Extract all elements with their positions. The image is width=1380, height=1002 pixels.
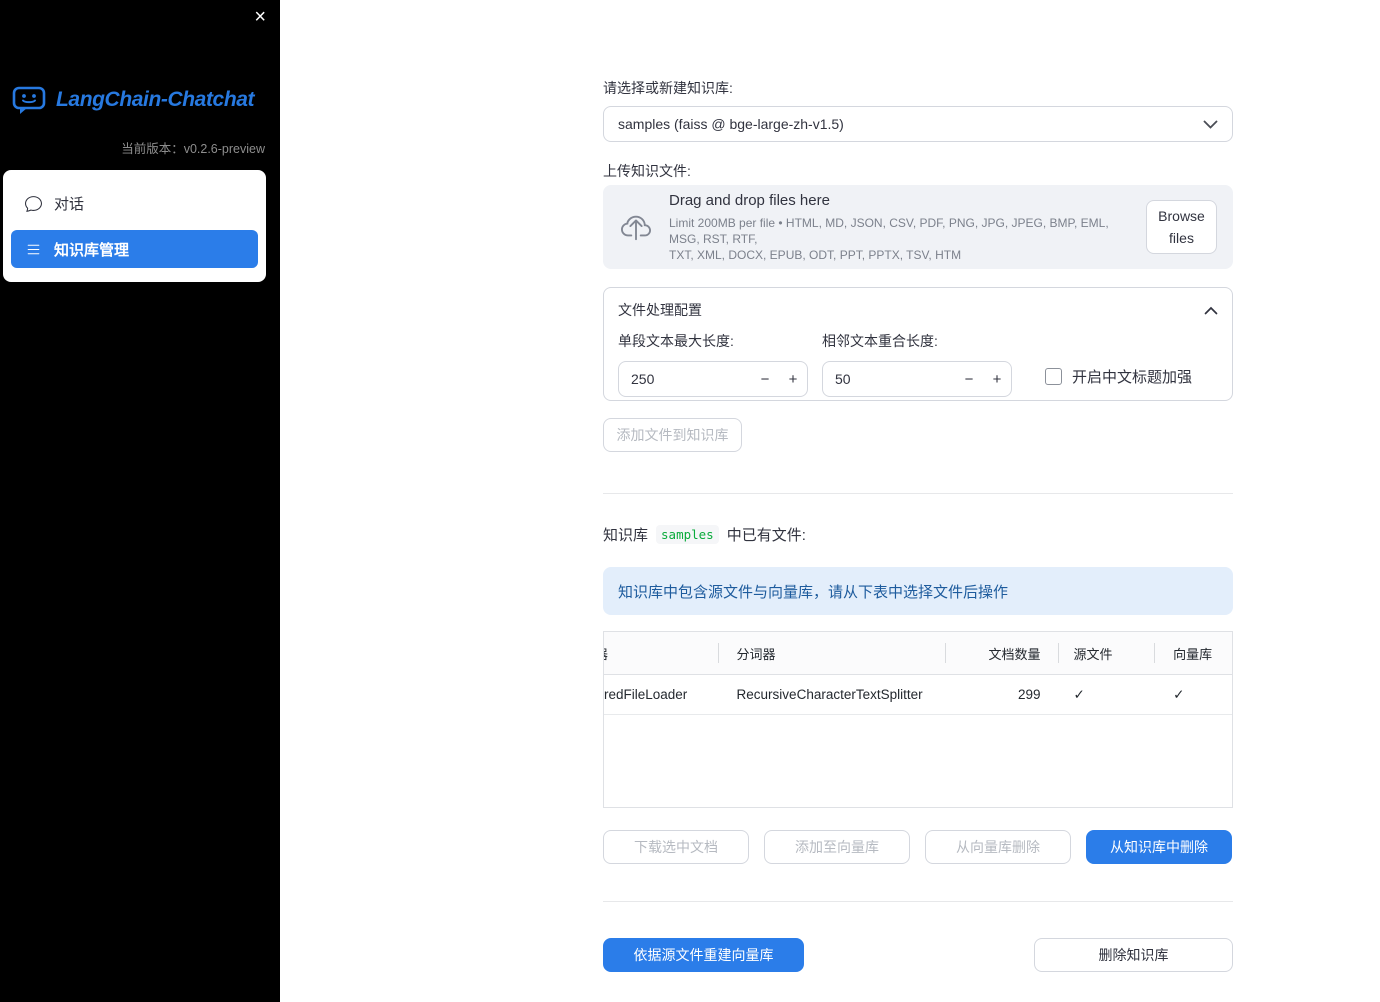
- kb-select-label: 请选择或新建知识库:: [603, 80, 733, 96]
- kb-selectbox-value: samples (faiss @ bge-large-zh-v1.5): [618, 116, 844, 132]
- cell-vector-check: ✓: [1173, 686, 1185, 702]
- divider: [603, 901, 1233, 902]
- chevron-up-icon: [1204, 306, 1218, 315]
- app-logo: LangChain-Chatchat: [12, 85, 255, 115]
- add-to-vector-button[interactable]: 添加至向量库: [764, 830, 910, 864]
- add-files-button[interactable]: 添加文件到知识库: [603, 418, 742, 452]
- plus-button[interactable]: +: [779, 371, 807, 388]
- table-row[interactable]: redFileLoader RecursiveCharacterTextSpli…: [604, 675, 1232, 715]
- chevron-down-icon: [1203, 120, 1218, 129]
- plus-button[interactable]: +: [983, 371, 1011, 388]
- config-expander-header[interactable]: 文件处理配置: [618, 298, 1218, 322]
- remove-from-vector-button[interactable]: 从向量库删除: [925, 830, 1071, 864]
- delete-kb-button[interactable]: 删除知识库: [1034, 938, 1233, 972]
- logo-text: LangChain-Chatchat: [56, 88, 255, 111]
- overlap-value[interactable]: [823, 371, 955, 387]
- overlap-group: 相邻文本重合长度: − +: [822, 331, 1012, 397]
- dropzone-texts: Drag and drop files here Limit 200MB per…: [669, 192, 1130, 263]
- browse-files-button[interactable]: Browse files: [1146, 199, 1217, 255]
- close-icon[interactable]: ×: [254, 5, 266, 29]
- sidebar: × LangChain-Chatchat 当前版本：v0.2.6-preview…: [0, 0, 280, 1002]
- config-expander-body: 单段文本最大长度: − + 相邻文本重合长度: − + 开启中文标题加强: [618, 331, 1218, 397]
- rebuild-vector-button[interactable]: 依据源文件重建向量库: [603, 938, 804, 972]
- menu-item-dialogue[interactable]: 对话: [11, 184, 258, 222]
- info-banner: 知识库中包含源文件与向量库，请从下表中选择文件后操作: [603, 567, 1233, 615]
- info-banner-text: 知识库中包含源文件与向量库，请从下表中选择文件后操作: [618, 583, 1009, 601]
- upload-label: 上传知识文件:: [603, 163, 691, 179]
- divider: [603, 493, 1233, 494]
- chat-bubble-icon: [25, 195, 42, 212]
- cell-source-check: ✓: [1073, 686, 1085, 702]
- config-expander-title: 文件处理配置: [618, 302, 702, 318]
- download-selected-button[interactable]: 下载选中文档: [603, 830, 749, 864]
- header-cell-splitter[interactable]: 分词器: [719, 632, 946, 674]
- table-actions: 下载选中文档 添加至向量库 从向量库删除 从知识库中删除: [603, 830, 1233, 864]
- header-cell-loader[interactable]: 器: [604, 632, 719, 674]
- config-expander: 文件处理配置 单段文本最大长度: − + 相邻文本重合长度: − +: [603, 287, 1233, 401]
- minus-button[interactable]: −: [751, 371, 779, 388]
- delete-from-kb-button[interactable]: 从知识库中删除: [1086, 830, 1232, 864]
- menu-item-knowledge-base[interactable]: 知识库管理: [11, 230, 258, 268]
- dropzone-title: Drag and drop files here: [669, 191, 830, 209]
- list-icon: [25, 241, 42, 258]
- logo-chat-icon: [12, 85, 48, 115]
- version-text: 当前版本：v0.2.6-preview: [121, 142, 265, 156]
- cell-loader: redFileLoader: [604, 687, 688, 702]
- cell-docs: 299: [1017, 687, 1041, 702]
- chunk-size-group: 单段文本最大长度: − +: [618, 331, 808, 397]
- main-content: 请选择或新建知识库: samples (faiss @ bge-large-zh…: [603, 0, 1233, 972]
- overlap-label: 相邻文本重合长度:: [822, 333, 938, 349]
- kb-name-code: samples: [656, 525, 719, 544]
- menu-item-label: 知识库管理: [54, 241, 130, 259]
- existing-files-prefix: 知识库: [603, 527, 649, 544]
- zh-title-checkbox-row: 开启中文标题加强: [1045, 358, 1192, 394]
- cloud-upload-icon: [619, 212, 653, 242]
- cell-splitter: RecursiveCharacterTextSplitter: [736, 687, 923, 702]
- minus-button[interactable]: −: [955, 371, 983, 388]
- chunk-size-label: 单段文本最大长度:: [618, 333, 734, 349]
- files-table: 器 分词器 文档数量 源文件 向量库 redFileLoader Recursi…: [603, 631, 1233, 808]
- chunk-size-value[interactable]: [619, 371, 751, 387]
- overlap-input[interactable]: − +: [822, 361, 1012, 397]
- kb-selectbox[interactable]: samples (faiss @ bge-large-zh-v1.5): [603, 106, 1233, 142]
- file-dropzone[interactable]: Drag and drop files here Limit 200MB per…: [603, 185, 1233, 269]
- zh-title-checkbox-label[interactable]: 开启中文标题加强: [1072, 366, 1192, 387]
- table-header: 器 分词器 文档数量 源文件 向量库: [604, 632, 1232, 675]
- existing-files-suffix: 中已有文件:: [726, 527, 806, 544]
- sidebar-menu: 对话 知识库管理: [3, 170, 266, 282]
- menu-item-label: 对话: [54, 195, 85, 213]
- existing-files-line: 知识库 samples 中已有文件:: [603, 524, 1233, 545]
- chunk-size-input[interactable]: − +: [618, 361, 808, 397]
- dropzone-limit-line2: TXT, XML, DOCX, EPUB, ODT, PPT, PPTX, TS…: [669, 247, 962, 262]
- zh-title-checkbox[interactable]: [1045, 367, 1062, 385]
- dropzone-limit-line1: Limit 200MB per file • HTML, MD, JSON, C…: [669, 215, 1109, 246]
- footer-actions: 依据源文件重建向量库 删除知识库: [603, 938, 1233, 972]
- header-cell-docs[interactable]: 文档数量: [946, 632, 1059, 674]
- header-cell-source[interactable]: 源文件: [1059, 632, 1156, 674]
- header-cell-vector[interactable]: 向量库: [1155, 632, 1232, 674]
